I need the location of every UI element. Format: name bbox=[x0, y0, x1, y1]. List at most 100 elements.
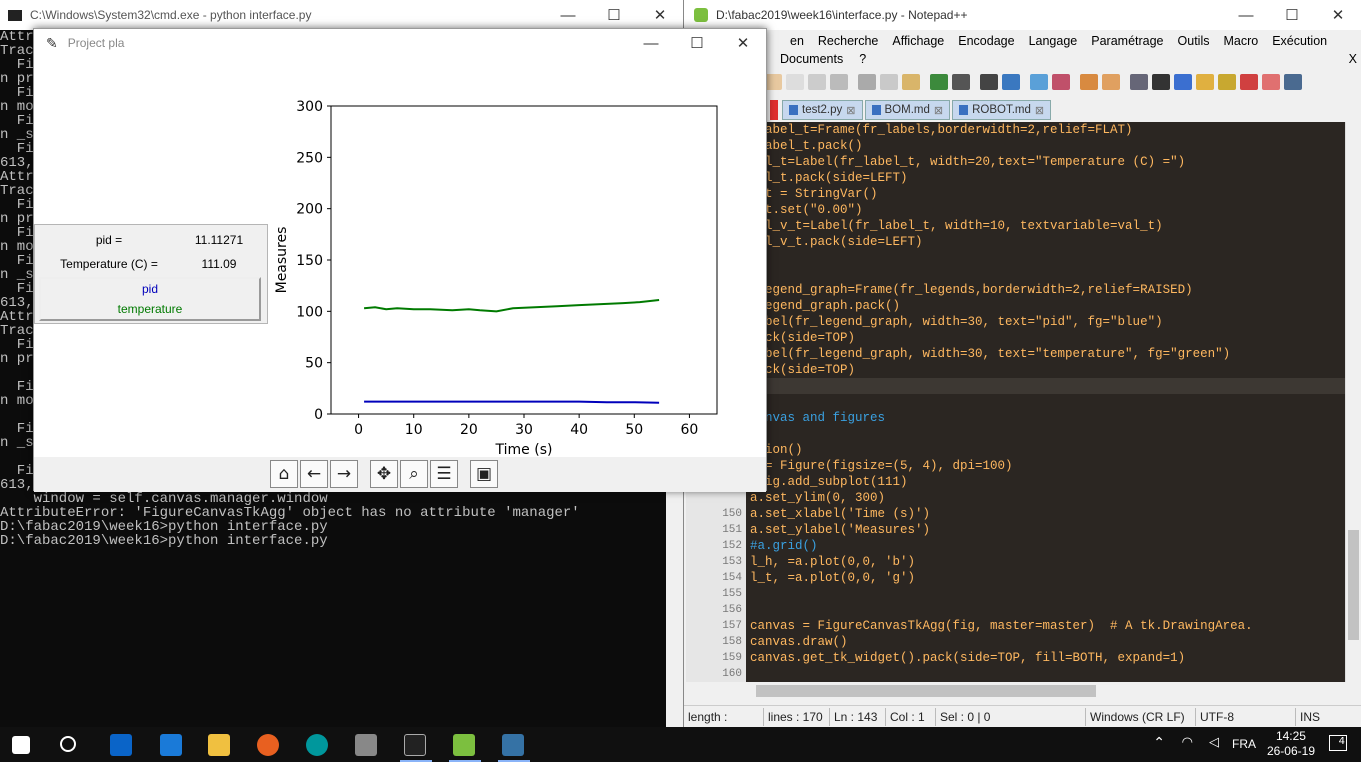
language-indicator[interactable]: FRA bbox=[1232, 737, 1256, 751]
paste-icon[interactable] bbox=[902, 74, 920, 90]
minimize-icon[interactable]: — bbox=[1223, 0, 1269, 30]
tab-bom[interactable]: BOM.md ⊠ bbox=[864, 100, 951, 120]
tab-test2[interactable]: test2.py ⊠ bbox=[782, 100, 863, 120]
status-ln: Ln : 143 bbox=[830, 707, 886, 726]
save-figure-icon[interactable]: ▣ bbox=[470, 460, 498, 488]
home-icon[interactable]: ⌂ bbox=[270, 460, 298, 488]
scroll-thumb[interactable] bbox=[756, 685, 1096, 697]
close-icon[interactable]: ✕ bbox=[637, 0, 683, 30]
pan-icon[interactable]: ✥ bbox=[370, 460, 398, 488]
menu-help[interactable]: ? bbox=[859, 52, 866, 70]
menu-documents[interactable]: Documents bbox=[780, 52, 843, 70]
status-col: Col : 1 bbox=[886, 707, 936, 726]
forward-icon[interactable]: → bbox=[330, 460, 358, 488]
menu-item[interactable]: Langage bbox=[1029, 34, 1078, 48]
maximize-icon[interactable]: ☐ bbox=[674, 29, 720, 57]
npp-titlebar[interactable]: D:\fabac2019\week16\interface.py - Notep… bbox=[684, 0, 1361, 30]
volume-icon[interactable]: ◁ bbox=[1209, 735, 1219, 750]
firefox-icon[interactable] bbox=[257, 734, 279, 756]
plot-canvas[interactable]: 0 10 20 30 40 50 60 0 50 100 150 200 250 300 Time (s) M… bbox=[268, 57, 748, 457]
tab-close-icon[interactable]: ⊠ bbox=[1035, 104, 1044, 117]
notification-icon[interactable]: 4 bbox=[1329, 735, 1347, 751]
menu-close-doc[interactable]: X bbox=[1349, 52, 1357, 66]
active-tab-edge[interactable] bbox=[770, 100, 778, 120]
open-file-icon[interactable] bbox=[786, 74, 804, 90]
tk-plot-window[interactable]: ✎ Project pla — ☐ ✕ pid = 11.11271 Tempe… bbox=[33, 28, 767, 492]
menu-item[interactable]: Exécution bbox=[1272, 34, 1327, 48]
wifi-icon[interactable]: ◠ bbox=[1182, 735, 1193, 750]
edge-icon[interactable] bbox=[160, 734, 182, 756]
print-icon[interactable] bbox=[830, 74, 848, 90]
feather-icon: ✎ bbox=[46, 34, 58, 51]
monitor-icon[interactable] bbox=[1284, 74, 1302, 90]
tab-robot[interactable]: ROBOT.md ⊠ bbox=[952, 100, 1052, 120]
configure-subplots-icon[interactable]: ☰ bbox=[430, 460, 458, 488]
sync-v-icon[interactable] bbox=[1080, 74, 1098, 90]
file-explorer-icon[interactable] bbox=[208, 734, 230, 756]
maximize-icon[interactable]: ☐ bbox=[591, 0, 637, 30]
menu-item[interactable]: Paramétrage bbox=[1091, 34, 1163, 48]
lang-icon[interactable] bbox=[1196, 74, 1214, 90]
menu-item[interactable]: Macro bbox=[1223, 34, 1258, 48]
minimize-icon[interactable]: — bbox=[628, 29, 674, 57]
code-line: _label_t.pack() bbox=[750, 139, 863, 153]
npp-title: D:\fabac2019\week16\interface.py - Notep… bbox=[716, 8, 968, 22]
clock-date: 26-06-19 bbox=[1266, 744, 1315, 758]
legend-frame: pid temperature bbox=[39, 277, 261, 321]
tk-title: Project pla bbox=[67, 36, 125, 50]
code-area[interactable]: _label_t=Frame(fr_labels,borderwidth=2,r… bbox=[748, 122, 1345, 682]
status-encoding: UTF-8 bbox=[1196, 707, 1296, 726]
windows-start-icon[interactable] bbox=[12, 736, 30, 754]
editor-horizontal-scrollbar[interactable] bbox=[686, 682, 1345, 700]
chevron-up-icon[interactable]: ⌃ bbox=[1153, 735, 1165, 751]
maximize-icon[interactable]: ☐ bbox=[1269, 0, 1315, 30]
minimize-icon[interactable]: — bbox=[545, 0, 591, 30]
indent-guide-icon[interactable] bbox=[1174, 74, 1192, 90]
function-list-icon[interactable] bbox=[1240, 74, 1258, 90]
code-editor[interactable]: 150151152153154155156157158159160161 _la… bbox=[686, 122, 1345, 682]
app-icon[interactable] bbox=[355, 734, 377, 756]
menu-item[interactable]: Outils bbox=[1178, 34, 1210, 48]
zoom-out-icon[interactable] bbox=[1052, 74, 1070, 90]
clock[interactable]: 14:25 26-06-19 bbox=[1267, 729, 1315, 759]
copy-icon[interactable] bbox=[880, 74, 898, 90]
notepadpp-window[interactable]: D:\fabac2019\week16\interface.py - Notep… bbox=[683, 0, 1361, 742]
redo-icon[interactable] bbox=[952, 74, 970, 90]
wrap-icon[interactable] bbox=[1130, 74, 1148, 90]
find-icon[interactable] bbox=[980, 74, 998, 90]
tab-close-icon[interactable]: ⊠ bbox=[934, 104, 943, 117]
search-icon[interactable] bbox=[60, 736, 76, 752]
back-icon[interactable]: ← bbox=[300, 460, 328, 488]
show-all-icon[interactable] bbox=[1152, 74, 1170, 90]
doc-map-icon[interactable] bbox=[1218, 74, 1236, 90]
menu-item[interactable]: en bbox=[790, 34, 804, 48]
menu-item[interactable]: Recherche bbox=[818, 34, 878, 48]
close-icon[interactable]: ✕ bbox=[1315, 0, 1361, 30]
tab-close-icon[interactable]: ⊠ bbox=[846, 104, 855, 117]
cut-icon[interactable] bbox=[858, 74, 876, 90]
zoom-icon[interactable]: ⌕ bbox=[400, 460, 428, 488]
editor-vertical-scrollbar[interactable] bbox=[1345, 122, 1361, 682]
cmd-titlebar[interactable]: C:\Windows\System32\cmd.exe - python int… bbox=[0, 0, 683, 30]
folder-workspace-icon[interactable] bbox=[1262, 74, 1280, 90]
zoom-in-icon[interactable] bbox=[1030, 74, 1048, 90]
arduino-icon[interactable] bbox=[306, 734, 328, 756]
scroll-thumb[interactable] bbox=[1348, 530, 1359, 640]
menu-item[interactable]: Encodage bbox=[958, 34, 1014, 48]
tk-titlebar[interactable]: ✎ Project pla — ☐ ✕ bbox=[34, 29, 766, 57]
pid-value: 11.11271 bbox=[194, 233, 244, 247]
replace-icon[interactable] bbox=[1002, 74, 1020, 90]
undo-icon[interactable] bbox=[930, 74, 948, 90]
outlook-icon[interactable] bbox=[110, 734, 132, 756]
cmd-taskbar-icon[interactable] bbox=[404, 734, 426, 756]
close-icon[interactable]: ✕ bbox=[720, 29, 766, 57]
code-line: bel_t=Label(fr_label_t, width=20,text="T… bbox=[750, 155, 1186, 169]
notepadpp-taskbar-icon[interactable] bbox=[453, 734, 475, 756]
sync-h-icon[interactable] bbox=[1102, 74, 1120, 90]
menu-item[interactable]: Affichage bbox=[892, 34, 944, 48]
npp-menubar-2: Documents ? X bbox=[684, 52, 1361, 70]
cmd-title: C:\Windows\System32\cmd.exe - python int… bbox=[30, 8, 312, 22]
python-taskbar-icon[interactable] bbox=[502, 734, 524, 756]
save-icon[interactable] bbox=[808, 74, 826, 90]
code-line: a.set_xlabel('Time (s)') bbox=[750, 507, 931, 521]
